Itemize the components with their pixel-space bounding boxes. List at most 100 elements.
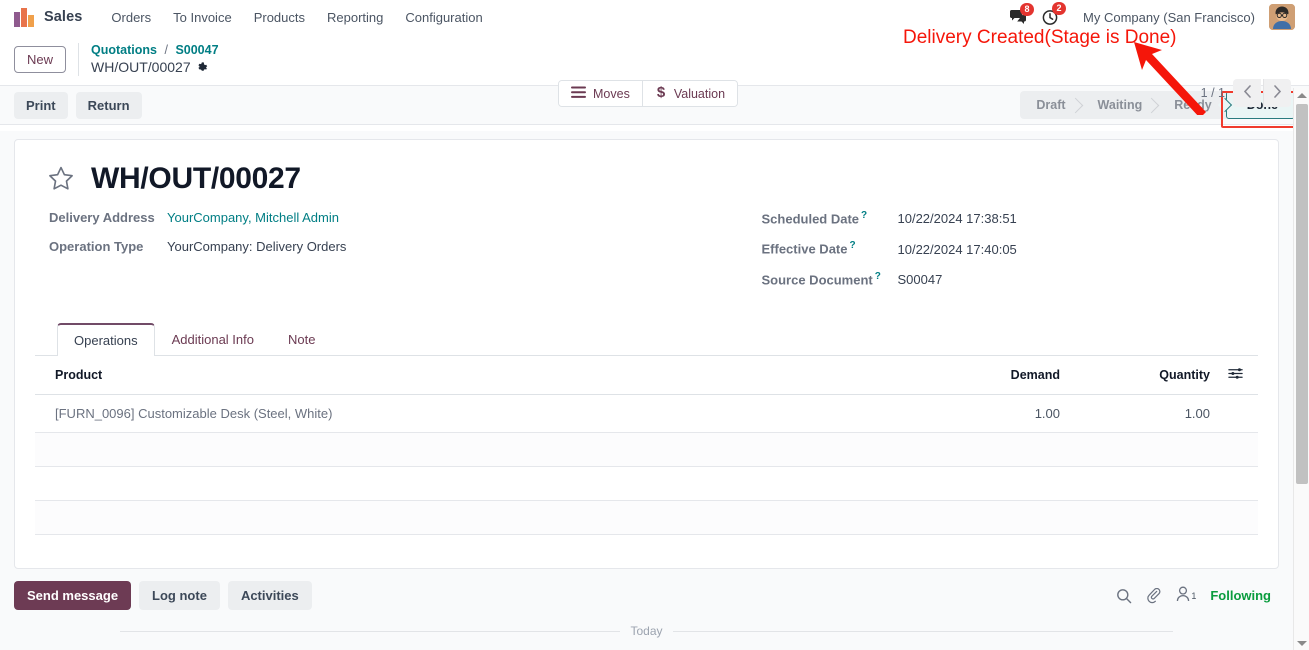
- field-scheduled-date-value[interactable]: 10/22/2024 17:38:51: [898, 211, 1017, 226]
- pager-value[interactable]: 1 / 1: [1201, 86, 1225, 100]
- breadcrumb-item-quotations[interactable]: Quotations: [91, 43, 157, 57]
- followers-button[interactable]: 1: [1176, 586, 1196, 605]
- record-title-row: WH/OUT/00027: [47, 162, 1258, 196]
- table-row-empty: [35, 466, 1258, 501]
- favorite-star-icon[interactable]: [47, 165, 75, 193]
- table-row[interactable]: [FURN_0096] Customizable Desk (Steel, Wh…: [35, 394, 1258, 433]
- following-status[interactable]: Following: [1210, 588, 1271, 603]
- status-step-waiting[interactable]: Waiting: [1080, 91, 1160, 119]
- record-fields-right: Scheduled Date? 10/22/2024 17:38:51 Effe…: [654, 210, 1259, 301]
- field-scheduled-date-label-text: Scheduled Date: [761, 211, 860, 227]
- return-button[interactable]: Return: [75, 91, 142, 119]
- record-sheet: WH/OUT/00027 Delivery Address YourCompan…: [14, 139, 1279, 570]
- control-panel-top: New Quotations / S00047 WH/OUT/00027 Mov…: [0, 34, 1309, 107]
- avatar[interactable]: [1269, 4, 1295, 30]
- operations-table: Product Demand Quantity [FURN_0096] Cust…: [35, 355, 1258, 569]
- status-step-draft-label: Draft: [1036, 98, 1066, 112]
- breadcrumb-line-1: Quotations / S00047: [91, 43, 219, 59]
- status-step-draft[interactable]: Draft: [1020, 91, 1083, 119]
- activities-button[interactable]: Activities: [227, 581, 312, 611]
- messages-icon[interactable]: 8: [1005, 3, 1035, 25]
- tab-note[interactable]: Note: [271, 323, 332, 356]
- form-scroll-area: WH/OUT/00027 Delivery Address YourCompan…: [0, 131, 1293, 650]
- field-delivery-address-value[interactable]: YourCompany, Mitchell Admin: [167, 210, 339, 225]
- nav-item-configuration[interactable]: Configuration: [394, 6, 493, 29]
- chevron-right-icon: [1273, 85, 1282, 101]
- scroll-up-arrow-icon[interactable]: [1294, 88, 1309, 102]
- scroll-thumb[interactable]: [1296, 104, 1308, 484]
- followers-count: 1: [1191, 590, 1197, 601]
- cell-product[interactable]: [FURN_0096] Customizable Desk (Steel, Wh…: [35, 394, 918, 433]
- field-source-document-label-text: Source Document: [761, 271, 873, 287]
- top-navbar: Sales Orders To Invoice Products Reporti…: [0, 0, 1309, 34]
- search-icon[interactable]: [1116, 588, 1132, 604]
- field-source-document-value[interactable]: S00047: [898, 272, 943, 287]
- nav-item-products[interactable]: Products: [243, 6, 316, 29]
- field-operation-type-value[interactable]: YourCompany: Delivery Orders: [167, 239, 346, 254]
- stat-button-group: Moves $ Valuation: [558, 80, 739, 107]
- column-options-icon: [1227, 366, 1243, 381]
- field-scheduled-date: Scheduled Date? 10/22/2024 17:38:51: [762, 210, 1259, 226]
- breadcrumb-item-s00047[interactable]: S00047: [175, 43, 218, 57]
- send-message-button[interactable]: Send message: [14, 581, 132, 611]
- navbar-right-group: 8 2 My Company (San Francisco): [1005, 2, 1301, 30]
- nav-item-orders[interactable]: Orders: [100, 6, 162, 29]
- status-step-waiting-label: Waiting: [1097, 98, 1143, 112]
- operations-table-head: Product Demand Quantity: [35, 355, 1258, 395]
- paperclip-icon[interactable]: [1146, 587, 1162, 604]
- column-header-product[interactable]: Product: [35, 355, 918, 395]
- odoo-sales-logo-icon[interactable]: [14, 7, 36, 27]
- bars-icon: [571, 86, 586, 102]
- cell-quantity[interactable]: 1.00: [1068, 394, 1218, 433]
- cell-options: [1218, 394, 1258, 433]
- column-options-button[interactable]: [1218, 355, 1258, 395]
- pager-next-button[interactable]: [1263, 79, 1291, 107]
- record-fields-left: Delivery Address YourCompany, Mitchell A…: [49, 210, 654, 301]
- notebook: Operations Additional Info Note Product …: [35, 322, 1258, 569]
- scroll-down-arrow-wrap: [1294, 636, 1309, 650]
- notebook-tabs: Operations Additional Info Note: [35, 322, 1258, 356]
- breadcrumb-current: WH/OUT/00027: [91, 59, 219, 77]
- help-icon[interactable]: ?: [861, 210, 867, 221]
- valuation-button[interactable]: $ Valuation: [641, 81, 738, 106]
- help-icon[interactable]: ?: [849, 240, 855, 251]
- field-effective-date-label: Effective Date?: [762, 240, 898, 256]
- new-button[interactable]: New: [14, 46, 67, 73]
- breadcrumb: Quotations / S00047 WH/OUT/00027: [78, 42, 219, 77]
- table-row-empty: [35, 534, 1258, 568]
- today-label: Today: [630, 624, 663, 639]
- help-icon[interactable]: ?: [875, 271, 881, 282]
- table-row-empty: [35, 500, 1258, 535]
- table-row-empty: [35, 432, 1258, 467]
- nav-item-reporting[interactable]: Reporting: [316, 6, 394, 29]
- chatter-today-separator: Today: [120, 624, 1173, 638]
- nav-item-to-invoice[interactable]: To Invoice: [162, 6, 243, 29]
- followers-person-icon: [1176, 586, 1190, 605]
- moves-button[interactable]: Moves: [559, 81, 642, 106]
- field-effective-date-value[interactable]: 10/22/2024 17:40:05: [898, 242, 1017, 257]
- tab-additional-info[interactable]: Additional Info: [155, 323, 271, 356]
- nav-app-name[interactable]: Sales: [44, 9, 82, 25]
- field-source-document: Source Document? S00047: [762, 271, 1259, 287]
- scroll-down-arrow-icon[interactable]: [1294, 636, 1309, 650]
- activities-clock-icon[interactable]: 2: [1037, 2, 1067, 26]
- chatter-toolbar: Send message Log note Activities 1 Follo…: [14, 581, 1279, 611]
- log-note-button[interactable]: Log note: [139, 581, 220, 611]
- tab-operations[interactable]: Operations: [57, 322, 155, 356]
- column-header-demand[interactable]: Demand: [918, 355, 1068, 395]
- breadcrumb-separator: /: [164, 42, 168, 57]
- print-button[interactable]: Print: [14, 91, 68, 119]
- pager-previous-button[interactable]: [1233, 79, 1261, 107]
- gear-icon[interactable]: [196, 61, 208, 73]
- odoo-delivery-order-page: Sales Orders To Invoice Products Reporti…: [0, 0, 1309, 650]
- breadcrumb-current-label: WH/OUT/00027: [91, 58, 191, 75]
- column-header-quantity[interactable]: Quantity: [1068, 355, 1218, 395]
- cell-demand[interactable]: 1.00: [918, 394, 1068, 433]
- moves-button-label: Moves: [593, 86, 630, 101]
- company-selector[interactable]: My Company (San Francisco): [1083, 10, 1255, 25]
- field-scheduled-date-label: Scheduled Date?: [762, 210, 898, 226]
- vertical-scrollbar[interactable]: [1293, 88, 1309, 650]
- activities-badge: 2: [1052, 2, 1067, 15]
- messages-badge: 8: [1020, 3, 1035, 16]
- svg-text:$: $: [657, 84, 666, 100]
